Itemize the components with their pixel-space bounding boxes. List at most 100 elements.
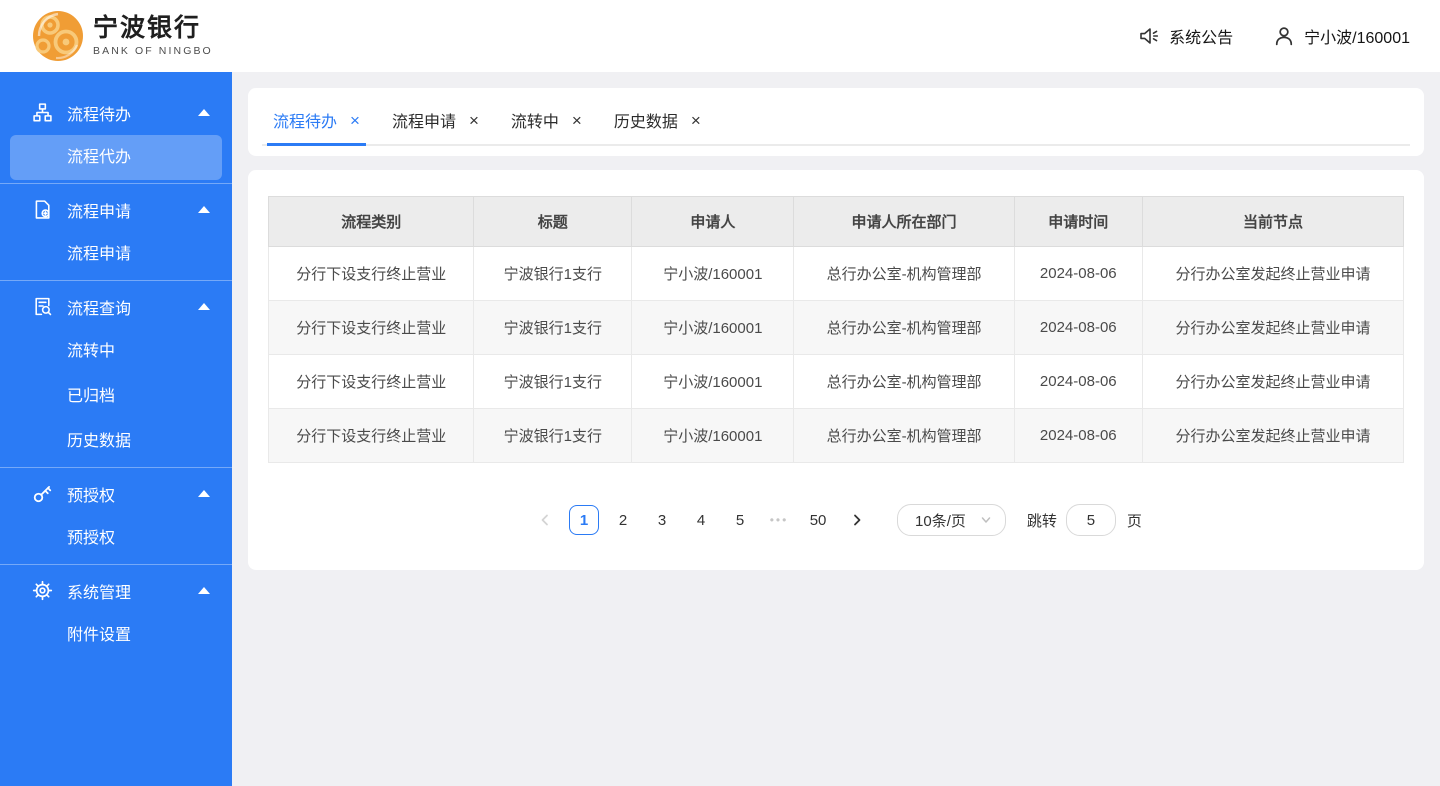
top-header: 宁波银行 BANK OF NINGBO 系统公告 宁小波/160001: [0, 0, 1440, 72]
bank-logo: 宁波银行 BANK OF NINGBO: [33, 11, 213, 61]
tab-process-apply[interactable]: 流程申请 ×: [392, 96, 479, 144]
system-announcement-button[interactable]: 系统公告: [1138, 24, 1233, 48]
cell-apply-time: 2024-08-06: [1013, 246, 1143, 301]
sidebar-group-header-process-apply[interactable]: 流程申请: [0, 187, 232, 232]
page-number-3[interactable]: 3: [647, 505, 677, 535]
tabs-card: 流程待办 × 流程申请 × 流转中 × 历史数据 ×: [248, 88, 1424, 156]
close-icon[interactable]: ×: [572, 112, 582, 129]
cell-title: 宁波银行1支行: [473, 246, 633, 301]
page-number-5[interactable]: 5: [725, 505, 755, 535]
cell-category: 分行下设支行终止营业: [267, 408, 475, 463]
user-menu[interactable]: 宁小波/160001: [1273, 24, 1410, 48]
file-search-icon: [32, 296, 53, 317]
sidebar-group-label: 流程申请: [67, 203, 132, 221]
column-header-current-node: 当前节点: [1141, 196, 1405, 247]
tab-history-data[interactable]: 历史数据 ×: [614, 96, 701, 144]
chevron-up-icon: [198, 303, 210, 310]
sidebar-item-in-transit[interactable]: 流转中: [10, 329, 222, 374]
column-header-department: 申请人所在部门: [793, 196, 1015, 247]
sidebar-group-label: 流程查询: [67, 300, 132, 318]
speaker-icon: [1138, 25, 1160, 47]
sidebar-group-header-process-query[interactable]: 流程查询: [0, 284, 232, 329]
main-content: 流程待办 × 流程申请 × 流转中 × 历史数据 × 流程类别 标题 申请人 申…: [232, 72, 1440, 786]
user-name: 宁小波/160001: [1304, 30, 1410, 47]
cell-category: 分行下设支行终止营业: [267, 246, 475, 301]
sidebar-group-header-system-manage[interactable]: 系统管理: [0, 568, 232, 613]
sidebar-item-attachment-settings[interactable]: 附件设置: [10, 613, 222, 658]
tab-bar: 流程待办 × 流程申请 × 流转中 × 历史数据 ×: [262, 96, 1410, 146]
sidebar-group-system-manage: 系统管理 附件设置: [0, 564, 232, 658]
cell-applicant: 宁小波/160001: [631, 246, 795, 301]
column-header-applicant: 申请人: [631, 196, 795, 247]
table-row[interactable]: 分行下设支行终止营业 宁波银行1支行 宁小波/160001 总行办公室-机构管理…: [267, 300, 1405, 355]
cell-apply-time: 2024-08-06: [1013, 408, 1143, 463]
cell-applicant: 宁小波/160001: [631, 300, 795, 355]
process-table: 流程类别 标题 申请人 申请人所在部门 申请时间 当前节点 分行下设支行终止营业…: [267, 196, 1405, 463]
sidebar-group-pre-auth: 预授权 预授权: [0, 467, 232, 561]
tab-label: 流程待办: [273, 114, 338, 131]
cell-current-node: 分行办公室发起终止营业申请: [1141, 408, 1405, 463]
cell-department: 总行办公室-机构管理部: [793, 246, 1015, 301]
cell-apply-time: 2024-08-06: [1013, 300, 1143, 355]
tab-label: 流转中: [510, 114, 559, 131]
page-number-2[interactable]: 2: [608, 505, 638, 535]
table-card: 流程类别 标题 申请人 申请人所在部门 申请时间 当前节点 分行下设支行终止营业…: [248, 170, 1424, 570]
file-add-icon: [32, 199, 53, 220]
header-actions: 系统公告 宁小波/160001: [1138, 24, 1410, 48]
close-icon[interactable]: ×: [691, 112, 701, 129]
page-size-select[interactable]: 10条/页: [897, 504, 1006, 536]
bank-logo-icon: [33, 11, 83, 61]
cell-current-node: 分行办公室发起终止营业申请: [1141, 246, 1405, 301]
cell-applicant: 宁小波/160001: [631, 408, 795, 463]
key-icon: [32, 483, 53, 504]
page-number-4[interactable]: 4: [686, 505, 716, 535]
close-icon[interactable]: ×: [469, 112, 479, 129]
chevron-up-icon: [198, 587, 210, 594]
sidebar-group-header-pre-auth[interactable]: 预授权: [0, 471, 232, 516]
tab-label: 流程申请: [391, 114, 456, 131]
cell-title: 宁波银行1支行: [473, 300, 633, 355]
tab-process-todo[interactable]: 流程待办 ×: [267, 96, 366, 146]
cell-category: 分行下设支行终止营业: [267, 300, 475, 355]
sidebar: 流程待办 流程代办 流程申请 流程申请 流程查询 流转中 已归档 历史数据 预授…: [0, 72, 232, 786]
sidebar-item-process-delegate[interactable]: 流程代办: [10, 135, 222, 180]
chevron-up-icon: [198, 490, 210, 497]
sidebar-group-header-process-todo[interactable]: 流程待办: [0, 90, 232, 135]
sidebar-group-process-apply: 流程申请 流程申请: [0, 183, 232, 277]
sidebar-group-process-query: 流程查询 流转中 已归档 历史数据: [0, 280, 232, 464]
chevron-down-icon: [981, 517, 991, 523]
table-row[interactable]: 分行下设支行终止营业 宁波银行1支行 宁小波/160001 总行办公室-机构管理…: [267, 354, 1405, 409]
more-pages-ellipsis[interactable]: •••: [764, 513, 794, 527]
sidebar-group-label: 预授权: [67, 487, 116, 505]
cell-title: 宁波银行1支行: [473, 408, 633, 463]
cell-current-node: 分行办公室发起终止营业申请: [1141, 300, 1405, 355]
jump-suffix: 页: [1126, 512, 1142, 530]
cell-title: 宁波银行1支行: [473, 354, 633, 409]
page-number-1[interactable]: 1: [569, 505, 600, 535]
jump-label: 跳转: [1026, 512, 1057, 530]
sidebar-item-pre-auth[interactable]: 预授权: [10, 516, 222, 561]
bank-name-en: BANK OF NINGBO: [93, 44, 213, 57]
close-icon[interactable]: ×: [350, 112, 360, 129]
prev-page-button[interactable]: [530, 505, 560, 535]
sidebar-item-archived[interactable]: 已归档: [10, 374, 222, 419]
column-header-apply-time: 申请时间: [1013, 196, 1143, 247]
cell-department: 总行办公室-机构管理部: [793, 408, 1015, 463]
tab-in-transit[interactable]: 流转中 ×: [511, 96, 582, 144]
table-row[interactable]: 分行下设支行终止营业 宁波银行1支行 宁小波/160001 总行办公室-机构管理…: [267, 408, 1405, 463]
column-header-title: 标题: [473, 196, 633, 247]
sidebar-item-history-data[interactable]: 历史数据: [10, 419, 222, 464]
next-page-button[interactable]: [842, 505, 872, 535]
table-header-row: 流程类别 标题 申请人 申请人所在部门 申请时间 当前节点: [267, 196, 1405, 247]
announcement-label: 系统公告: [1169, 30, 1234, 47]
bank-name-cn: 宁波银行: [93, 14, 202, 43]
jump-page-input[interactable]: [1065, 504, 1116, 536]
page-number-50[interactable]: 50: [803, 505, 833, 535]
user-icon: [1273, 25, 1295, 47]
sidebar-group-process-todo: 流程待办 流程代办: [0, 90, 232, 180]
sidebar-item-process-apply[interactable]: 流程申请: [10, 232, 222, 277]
table-row[interactable]: 分行下设支行终止营业 宁波银行1支行 宁小波/160001 总行办公室-机构管理…: [267, 246, 1405, 301]
sidebar-group-label: 系统管理: [67, 584, 132, 602]
cell-current-node: 分行办公室发起终止营业申请: [1141, 354, 1405, 409]
page-size-value: 10条/页: [915, 512, 966, 530]
